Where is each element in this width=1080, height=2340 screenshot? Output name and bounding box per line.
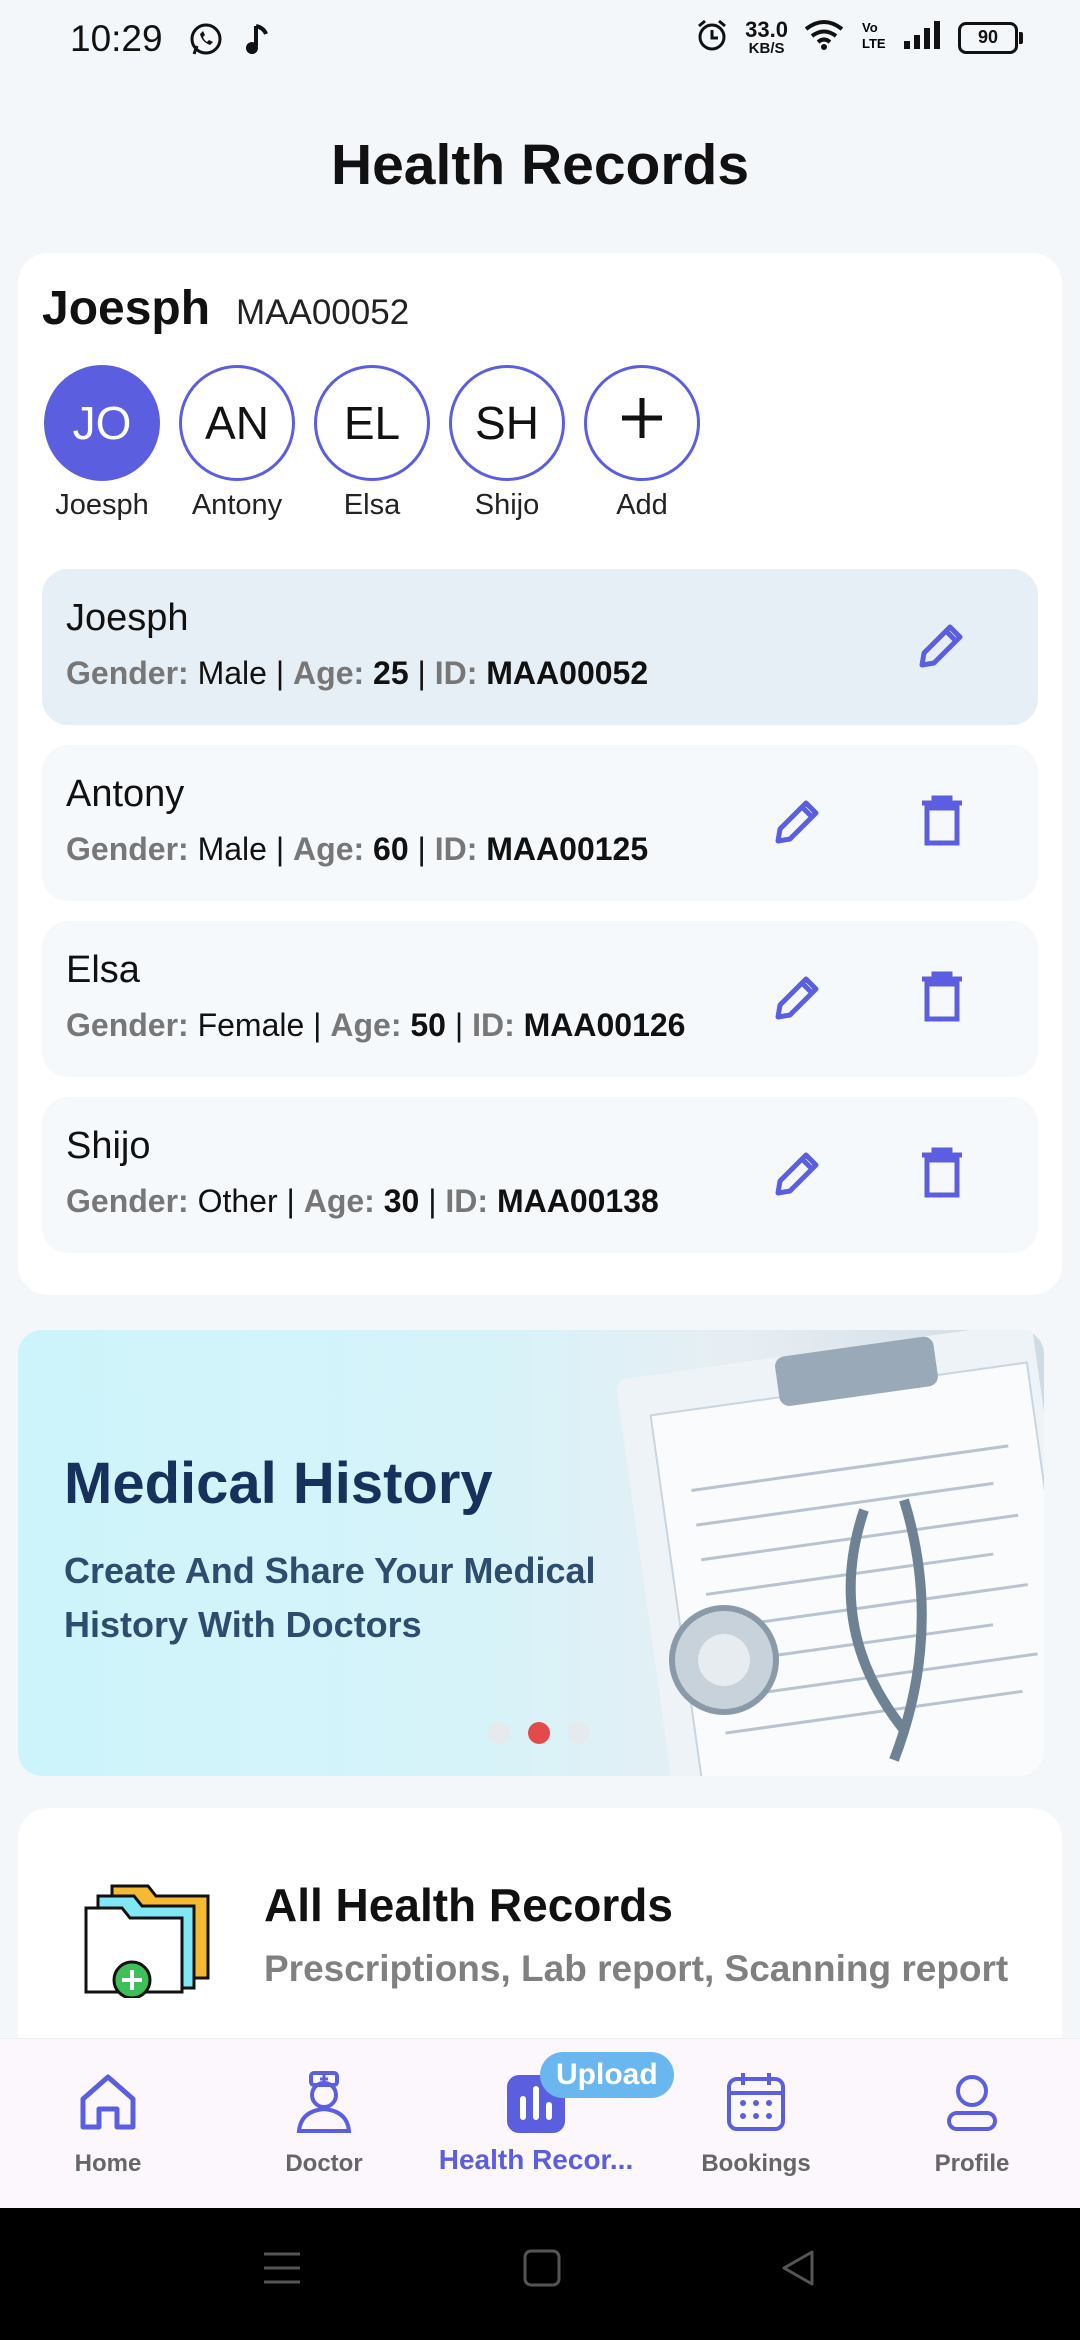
folder-add-icon xyxy=(82,1878,212,2003)
carousel-dot-active[interactable] xyxy=(528,1722,550,1744)
add-member-button[interactable] xyxy=(584,365,700,481)
alarm-icon xyxy=(695,18,729,57)
member-details: Gender: Female | Age: 50 | ID: MAA00126 xyxy=(66,1007,686,1043)
back-icon[interactable] xyxy=(778,2248,818,2293)
nav-bookings[interactable]: Bookings xyxy=(656,2069,856,2178)
trash-icon xyxy=(918,1147,966,1204)
avatar[interactable]: SH xyxy=(449,365,565,481)
svg-text:Vo: Vo xyxy=(862,20,878,35)
member-details: Gender: Male | Age: 60 | ID: MAA00125 xyxy=(66,831,649,867)
nav-doctor[interactable]: Doctor xyxy=(224,2069,424,2178)
avatar[interactable]: EL xyxy=(314,365,430,481)
whatsapp-icon xyxy=(188,22,224,63)
avatar[interactable]: AN xyxy=(179,365,295,481)
avatar[interactable]: JO xyxy=(44,365,160,481)
member-row-shijo[interactable]: Shijo Gender: Other | Age: 30 | ID: MAA0… xyxy=(42,1097,1038,1253)
carousel-indicator xyxy=(488,1722,590,1744)
delete-button[interactable] xyxy=(912,793,972,853)
upload-badge[interactable]: Upload xyxy=(540,2052,674,2098)
records-title: All Health Records xyxy=(264,1879,673,1931)
profile-icon xyxy=(939,2069,1005,2140)
member-row-antony[interactable]: Antony Gender: Male | Age: 60 | ID: MAA0… xyxy=(42,745,1038,901)
family-members-card: Joesph MAA00052 JO Joesph AN Antony EL E… xyxy=(18,253,1062,1295)
volte-icon: Vo LTE xyxy=(860,18,886,57)
pencil-icon xyxy=(772,971,824,1028)
home-icon xyxy=(75,2069,141,2140)
trash-icon xyxy=(918,971,966,1028)
avatar-label: Elsa xyxy=(343,489,401,521)
add-member-item[interactable]: Add xyxy=(582,365,702,522)
status-time: 10:29 xyxy=(70,18,163,59)
bottom-navigation: Home Doctor Health Recor... Bookings Pro… xyxy=(0,2038,1080,2209)
page-title: Health Records xyxy=(330,133,750,197)
member-row-joesph[interactable]: Joesph Gender: Male | Age: 25 | ID: MAA0… xyxy=(42,569,1038,725)
nav-home[interactable]: Home xyxy=(8,2069,208,2178)
member-name: Shijo xyxy=(66,1125,151,1167)
edit-button[interactable] xyxy=(768,1145,828,1205)
avatar-label: Antony xyxy=(191,489,283,521)
member-row-elsa[interactable]: Elsa Gender: Female | Age: 50 | ID: MAA0… xyxy=(42,921,1038,1077)
member-details: Gender: Male | Age: 25 | ID: MAA00052 xyxy=(66,655,649,691)
avatar-item-joesph[interactable]: JO Joesph xyxy=(42,365,162,522)
carousel-dot[interactable] xyxy=(568,1722,590,1744)
pencil-icon xyxy=(916,619,968,676)
pencil-icon xyxy=(772,795,824,852)
net-speed: 33.0 KB/S xyxy=(745,17,788,57)
member-name: Antony xyxy=(66,773,185,815)
signal-icon xyxy=(902,19,942,56)
doctor-icon xyxy=(291,2069,357,2140)
selected-member-name: Joesph xyxy=(42,282,211,335)
records-subtitle: Prescriptions, Lab report, Scanning repo… xyxy=(264,1948,1009,1989)
nav-profile[interactable]: Profile xyxy=(872,2069,1072,2178)
avatar-label: Shijo xyxy=(474,489,540,521)
banner-subtitle: Create And Share Your Medical History Wi… xyxy=(64,1550,596,1645)
carousel-dot[interactable] xyxy=(488,1722,510,1744)
member-details: Gender: Other | Age: 30 | ID: MAA00138 xyxy=(66,1183,659,1219)
calendar-icon xyxy=(723,2069,789,2140)
menu-icon[interactable] xyxy=(262,2248,302,2293)
music-icon xyxy=(242,22,272,63)
edit-button[interactable] xyxy=(768,793,828,853)
member-avatar-list: JO Joesph AN Antony EL Elsa SH Shijo Add xyxy=(42,365,702,522)
avatar-item-elsa[interactable]: EL Elsa xyxy=(312,365,432,522)
edit-button[interactable] xyxy=(768,969,828,1029)
medical-history-banner[interactable]: Medical History Create And Share Your Me… xyxy=(18,1330,1044,1776)
plus-icon xyxy=(618,394,666,453)
member-name: Elsa xyxy=(66,949,140,991)
status-bar: 10:29 33.0 KB/S Vo LTE 90 xyxy=(0,0,1080,84)
home-square-icon[interactable] xyxy=(522,2248,562,2293)
pencil-icon xyxy=(772,1147,824,1204)
avatar-label: Joesph xyxy=(55,489,149,521)
selected-member-id: MAA00052 xyxy=(236,293,410,332)
avatar-item-antony[interactable]: AN Antony xyxy=(177,365,297,522)
system-navigation-bar xyxy=(0,2208,1080,2340)
delete-button[interactable] xyxy=(912,1145,972,1205)
svg-text:LTE: LTE xyxy=(862,36,886,51)
wifi-icon xyxy=(804,19,844,56)
trash-icon xyxy=(918,795,966,852)
battery-icon: 90 xyxy=(958,21,1023,54)
edit-button[interactable] xyxy=(912,617,972,677)
delete-button[interactable] xyxy=(912,969,972,1029)
avatar-label: Add xyxy=(616,489,668,521)
banner-title: Medical History xyxy=(64,1451,493,1516)
avatar-item-shijo[interactable]: SH Shijo xyxy=(447,365,567,522)
member-name: Joesph xyxy=(66,597,189,639)
